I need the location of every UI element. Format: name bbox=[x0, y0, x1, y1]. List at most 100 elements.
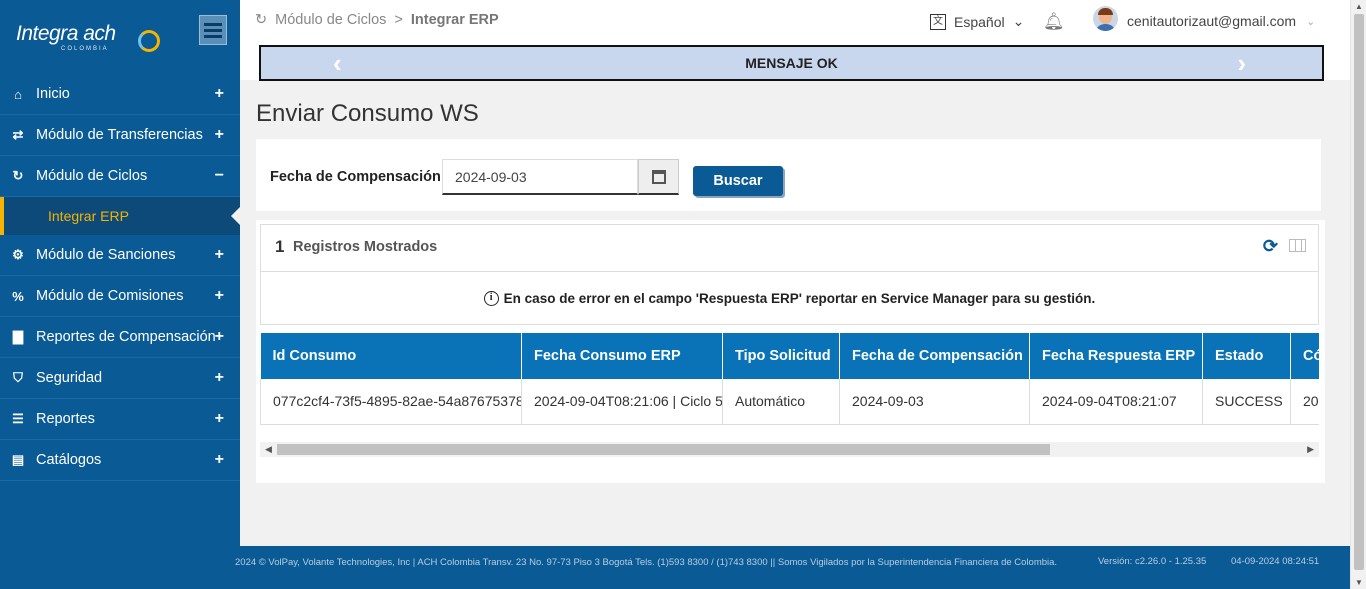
table-cell: 20 bbox=[1290, 379, 1319, 425]
top-header: ↻ Módulo de Ciclos > Integrar ERP 文 Espa… bbox=[240, 0, 1350, 81]
avatar-body bbox=[1095, 24, 1116, 31]
sidebar-item-inicio[interactable]: ⌂ Inicio + bbox=[0, 74, 240, 115]
gear-icon: ⚙ bbox=[12, 247, 24, 262]
column-header[interactable]: Fecha Consumo ERP bbox=[521, 333, 723, 379]
menu-toggle-button[interactable] bbox=[199, 15, 227, 45]
sidebar-item-reportes-compensacion[interactable]: ▇ Reportes de Compensación + bbox=[0, 317, 240, 358]
breadcrumb-separator: > bbox=[394, 12, 403, 28]
sidebar-item-comisiones[interactable]: % Módulo de Comisiones + bbox=[0, 276, 240, 317]
bell-icon[interactable]: 🔔︎ bbox=[1043, 12, 1065, 32]
refresh-icon[interactable]: ⟳ bbox=[1263, 236, 1278, 257]
sidebar-item-label: Reportes bbox=[36, 411, 95, 427]
expand-icon[interactable]: + bbox=[215, 328, 224, 346]
table-row[interactable]: 077c2cf4-73f5-4895-82ae-54a87675378f 202… bbox=[260, 379, 1319, 425]
column-header[interactable]: Fecha de Compensación bbox=[839, 333, 1030, 379]
scroll-right-icon[interactable]: ▶ bbox=[1307, 442, 1314, 457]
percent-icon: % bbox=[12, 288, 24, 304]
horizontal-scrollbar[interactable]: ◀ ▶ bbox=[260, 442, 1319, 457]
message-text: MENSAJE OK bbox=[745, 55, 838, 71]
sidebar-item-label: Seguridad bbox=[36, 370, 103, 386]
chevron-down-icon: ⌄ bbox=[1306, 15, 1316, 28]
expand-icon[interactable]: + bbox=[215, 451, 224, 469]
logo-text: Integra ach bbox=[16, 22, 116, 45]
table-cell: SUCCESS bbox=[1202, 379, 1291, 425]
page-title: Enviar Consumo WS bbox=[256, 100, 479, 127]
search-button[interactable]: Buscar bbox=[693, 166, 783, 196]
breadcrumb-parent[interactable]: Módulo de Ciclos bbox=[275, 12, 386, 28]
scroll-down-icon[interactable]: ▼ bbox=[1355, 578, 1363, 587]
results-header: 1 Registros Mostrados ⟳ bbox=[260, 224, 1319, 272]
scroll-up-icon[interactable]: ▲ bbox=[1355, 2, 1363, 11]
hamburger-line bbox=[204, 28, 222, 32]
date-field-label: Fecha de Compensación bbox=[270, 169, 441, 185]
expand-icon[interactable]: + bbox=[215, 410, 224, 428]
chevron-left-icon[interactable]: ‹ bbox=[333, 50, 342, 76]
footer-copyright: 2024 © VolPay, Volante Technologies, Inc… bbox=[235, 557, 1058, 568]
column-header[interactable]: Có bbox=[1290, 333, 1319, 379]
footer-version: Versión: c2.26.0 - 1.25.35 bbox=[1098, 556, 1207, 567]
compensation-date-input[interactable] bbox=[442, 159, 638, 195]
table-cell: 077c2cf4-73f5-4895-82ae-54a87675378f bbox=[260, 379, 522, 425]
scroll-left-icon[interactable]: ◀ bbox=[265, 442, 272, 457]
table-header-row: Id Consumo Fecha Consumo ERP Tipo Solici… bbox=[260, 333, 1319, 379]
sidebar-item-label: Módulo de Comisiones bbox=[36, 288, 184, 304]
footer: 2024 © VolPay, Volante Technologies, Inc… bbox=[230, 546, 1350, 589]
sidebar-item-ciclos[interactable]: ↻ Módulo de Ciclos − bbox=[0, 156, 240, 197]
sidebar-menu: ⌂ Inicio + ⇄ Módulo de Transferencias + … bbox=[0, 74, 240, 481]
sidebar-item-label: Módulo de Ciclos bbox=[36, 168, 148, 184]
scrollbar-thumb[interactable] bbox=[1354, 14, 1364, 570]
sidebar-subitem-label: Integrar ERP bbox=[48, 208, 129, 224]
scrollbar-thumb[interactable] bbox=[277, 444, 1050, 455]
shield-icon: ⛉ bbox=[13, 370, 23, 385]
column-header[interactable]: Id Consumo bbox=[260, 333, 522, 379]
sidebar-item-label: Catálogos bbox=[36, 452, 102, 468]
expand-icon[interactable]: + bbox=[215, 369, 224, 387]
sidebar: Integra ach COLOMBIA ⌂ Inicio + ⇄ Módulo… bbox=[0, 0, 240, 589]
logo-subtitle: COLOMBIA bbox=[61, 46, 109, 52]
message-banner: ‹ MENSAJE OK › bbox=[259, 45, 1324, 81]
calendar-icon bbox=[651, 169, 666, 184]
table-cell: 2024-09-04T08:21:07 bbox=[1029, 379, 1203, 425]
records-count-label: Registros Mostrados bbox=[293, 239, 438, 255]
sidebar-item-transferencias[interactable]: ⇄ Módulo de Transferencias + bbox=[0, 115, 240, 156]
hamburger-line bbox=[204, 22, 222, 26]
avatar-hair bbox=[1098, 8, 1113, 15]
table-cell: 2024-09-03 bbox=[839, 379, 1030, 425]
breadcrumb: ↻ Módulo de Ciclos > Integrar ERP bbox=[255, 12, 499, 28]
vertical-scrollbar[interactable]: ▲ ▼ bbox=[1350, 0, 1366, 589]
column-header[interactable]: Fecha Respuesta ERP bbox=[1029, 333, 1203, 379]
sidebar-item-catalogos[interactable]: ▤ Catálogos + bbox=[0, 440, 240, 481]
column-header[interactable]: Tipo Solicitud bbox=[722, 333, 840, 379]
sidebar-item-reportes[interactable]: ☰ Reportes + bbox=[0, 399, 240, 440]
sidebar-item-label: Módulo de Transferencias bbox=[36, 127, 203, 143]
language-selector[interactable]: 文 Español ⌄ bbox=[930, 13, 1024, 30]
expand-icon[interactable]: + bbox=[215, 246, 224, 264]
language-label: Español bbox=[954, 13, 1005, 30]
exchange-icon: ⇄ bbox=[12, 127, 24, 142]
sidebar-item-sanciones[interactable]: ⚙ Módulo de Sanciones + bbox=[0, 235, 240, 276]
filter-panel: Fecha de Compensación Buscar bbox=[256, 139, 1321, 211]
refresh-icon: ↻ bbox=[255, 12, 268, 28]
chevron-down-icon: ⌄ bbox=[1012, 13, 1025, 29]
info-icon: i bbox=[483, 290, 499, 306]
notice-text: En caso de error en el campo 'Respuesta … bbox=[503, 290, 1096, 306]
sidebar-subitem-integrar-erp[interactable]: Integrar ERP bbox=[0, 197, 240, 235]
user-menu[interactable]: cenitautorizaut@gmail.com ⌄ bbox=[1127, 13, 1315, 29]
results-panel: 1 Registros Mostrados ⟳ i En caso de err… bbox=[256, 220, 1325, 483]
calendar-button[interactable] bbox=[638, 159, 679, 195]
sidebar-item-label: Reportes de Compensación bbox=[36, 329, 216, 345]
consumo-table-container: Id Consumo Fecha Consumo ERP Tipo Solici… bbox=[260, 333, 1319, 426]
collapse-icon[interactable]: − bbox=[215, 167, 224, 185]
file-icon: ▇ bbox=[13, 329, 23, 344]
hamburger-line bbox=[204, 34, 222, 38]
expand-icon[interactable]: + bbox=[215, 85, 224, 103]
app-logo[interactable]: Integra ach COLOMBIA bbox=[16, 22, 160, 58]
consumo-table: Id Consumo Fecha Consumo ERP Tipo Solici… bbox=[260, 333, 1319, 425]
column-header[interactable]: Estado bbox=[1202, 333, 1291, 379]
columns-icon[interactable] bbox=[1289, 239, 1306, 252]
avatar[interactable] bbox=[1093, 6, 1118, 31]
expand-icon[interactable]: + bbox=[215, 126, 224, 144]
chevron-right-icon[interactable]: › bbox=[1237, 50, 1246, 76]
sidebar-item-seguridad[interactable]: ⛉ Seguridad + bbox=[0, 358, 240, 399]
expand-icon[interactable]: + bbox=[215, 287, 224, 305]
